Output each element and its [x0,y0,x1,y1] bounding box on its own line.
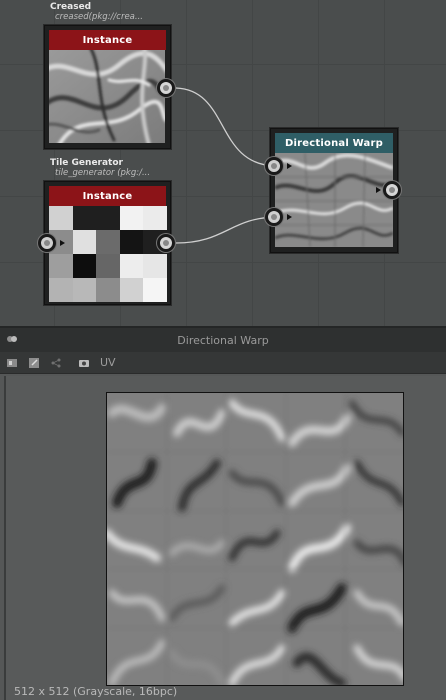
wire-tile-to-warp [175,216,277,244]
creased-node-header: Instance [49,30,166,50]
tile-thumbnail [49,206,167,302]
tile-cell [72,206,97,230]
tile-output-port[interactable] [157,234,175,252]
uv-toggle[interactable]: UV [100,356,116,369]
warp-input-2-arrow-icon [287,214,292,220]
tile-cell [96,278,120,302]
tile-node-subtitle: tile_generator (pkg:/... [55,168,151,178]
tile-input-port[interactable] [38,234,56,252]
node-graph[interactable]: Creased creased(pkg://crea... Instance T… [0,0,446,326]
tile-cell [96,230,120,254]
export-icon[interactable] [28,357,40,369]
wire-creased-to-warp [175,87,277,167]
viewer-toolbar: UV [0,352,446,374]
viewer-canvas[interactable]: 512 x 512 (Grayscale, 16bpc) [4,376,446,700]
2d-viewer-panel: Directional Warp UV 512 x 512 (Grayscale… [0,326,446,700]
warped-texture [107,393,403,685]
tile-cell [96,206,120,230]
tile-node-title: Tile Generator [50,158,123,168]
tile-node-header: Instance [49,186,166,206]
warp-node-header: Directional Warp [275,133,393,153]
tile-cell [72,230,97,254]
viewer-title: Directional Warp [177,333,269,347]
warp-texture [275,153,393,247]
warp-output-arrow-icon [376,187,381,193]
tile-cell [143,254,167,278]
warp-input-port-2[interactable] [265,208,283,226]
tile-cell [119,254,144,278]
tile-cell [143,206,167,230]
tile-input-arrow-icon [60,240,65,246]
tile-cell [72,278,97,302]
creased-thumbnail [49,50,165,143]
tile-cell [49,206,73,230]
warp-input-1-arrow-icon [287,163,292,169]
tile-cell [119,278,144,302]
tiling-icon[interactable] [50,357,62,369]
camera-icon[interactable] [78,357,90,369]
app-window: Creased creased(pkg://crea... Instance T… [0,0,446,700]
creased-node-subtitle: creased(pkg://crea... [55,12,143,22]
viewer-title-bar: Directional Warp [0,326,446,352]
tile-cell [49,254,73,278]
warp-output-port[interactable] [383,181,401,199]
creased-node-title: Creased [50,2,92,12]
tile-cell [143,278,167,302]
warp-input-port-1[interactable] [265,157,283,175]
tile-cell [96,254,120,278]
creased-node[interactable]: Instance [44,25,171,149]
tile-cell [72,254,97,278]
warp-thumbnail [275,153,393,247]
viewer-pin-icon[interactable] [6,333,18,345]
tile-cell [119,206,144,230]
creased-output-port[interactable] [157,79,175,97]
image-info-status: 512 x 512 (Grayscale, 16bpc) [14,685,178,698]
creased-texture [49,50,165,143]
tile-cell [119,230,144,254]
output-image [106,392,404,686]
tile-cell [49,278,73,302]
channels-icon[interactable] [6,357,18,369]
